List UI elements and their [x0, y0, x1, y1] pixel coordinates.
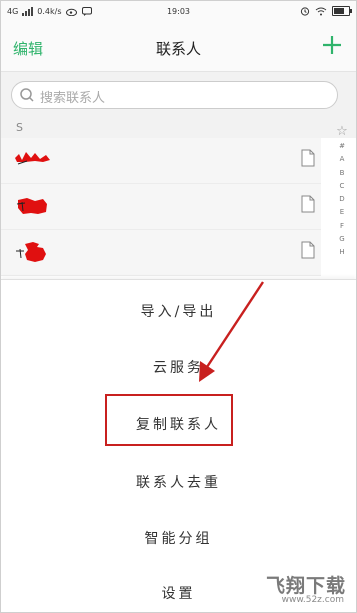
redaction-mark: [15, 152, 50, 165]
watermark-logo: 飞翔下载 www.52z.com: [254, 569, 350, 609]
section-letter: S: [16, 121, 23, 134]
contact-row[interactable]: [1, 138, 321, 184]
wifi-icon: [315, 7, 327, 15]
section-header: S: [1, 118, 356, 138]
watermark-brand: 飞翔下载: [265, 575, 346, 597]
contact-list: [1, 138, 321, 276]
menu-item-import-export[interactable]: 导入/导出: [1, 301, 356, 321]
index-letter[interactable]: A: [332, 153, 352, 166]
contact-card-icon[interactable]: [301, 195, 315, 213]
index-letter[interactable]: F: [332, 220, 352, 233]
page-title: 联系人: [155, 40, 201, 58]
contact-row[interactable]: [1, 184, 321, 230]
alarm-icon: [300, 7, 310, 16]
index-star[interactable]: ☆: [332, 124, 352, 140]
screen: 4G 0.4k/s 19:03 编辑 联系人 搜索联系人 S ☆ # A B C…: [0, 0, 357, 613]
index-letter[interactable]: H: [332, 246, 352, 259]
index-letter[interactable]: D: [332, 193, 352, 206]
contact-card-icon[interactable]: [301, 241, 315, 259]
plus-icon[interactable]: [320, 33, 344, 57]
index-letter[interactable]: C: [332, 180, 352, 193]
contact-card-icon[interactable]: [301, 149, 315, 167]
search-area: 搜索联系人: [1, 72, 356, 118]
menu-item-copy-contacts[interactable]: 复制联系人: [1, 414, 356, 434]
redaction-mark: [16, 198, 47, 214]
menu-item-cloud-service[interactable]: 云服务: [1, 357, 356, 377]
search-input[interactable]: 搜索联系人: [11, 81, 338, 109]
menu-item-dedupe-contacts[interactable]: 联系人去重: [1, 472, 356, 492]
contact-row[interactable]: [1, 230, 321, 276]
index-letter[interactable]: G: [332, 233, 352, 246]
bottom-menu: 导入/导出 云服务 复制联系人 联系人去重 智能分组 设置: [1, 279, 356, 612]
search-placeholder: 搜索联系人: [40, 91, 106, 106]
index-letter[interactable]: B: [332, 167, 352, 180]
app-header: 编辑 联系人: [1, 23, 356, 72]
index-letter[interactable]: E: [332, 206, 352, 219]
alphabet-index[interactable]: ☆ # A B C D E F G H: [332, 124, 352, 260]
status-bar: 4G 0.4k/s 19:03: [1, 1, 356, 23]
search-icon: [20, 88, 34, 102]
watermark-url: www.52z.com: [281, 595, 344, 605]
redaction-mark: [16, 242, 46, 262]
index-letter[interactable]: #: [332, 140, 352, 153]
battery-icon: [332, 6, 352, 16]
menu-item-smart-groups[interactable]: 智能分组: [1, 528, 356, 548]
